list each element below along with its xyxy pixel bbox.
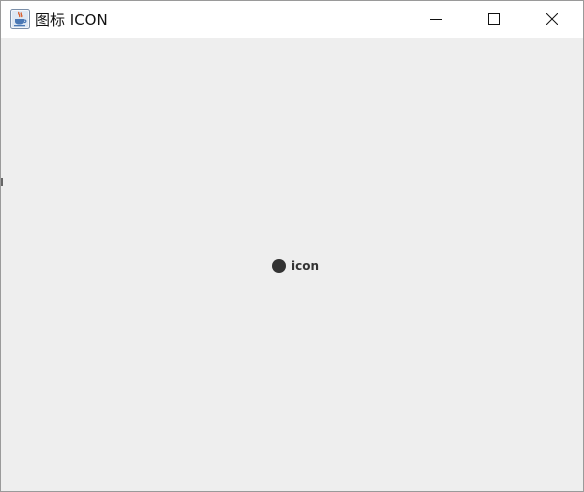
app-window: 图标 ICON icon — [0, 0, 584, 492]
minimize-button[interactable] — [407, 1, 465, 38]
icon-label: icon — [272, 258, 319, 274]
maximize-button[interactable] — [465, 1, 523, 38]
icon-label-text: icon — [291, 259, 320, 273]
content-pane: icon — [1, 38, 583, 491]
title-bar[interactable]: 图标 ICON — [1, 1, 583, 38]
window-title: 图标 ICON — [35, 11, 108, 29]
close-button[interactable] — [523, 1, 581, 38]
minimize-icon — [430, 10, 442, 29]
circle-icon — [272, 259, 286, 273]
close-icon — [545, 10, 559, 29]
java-coffee-icon[interactable] — [10, 9, 30, 29]
resize-edge-marker — [1, 178, 3, 186]
maximize-icon — [488, 10, 500, 29]
